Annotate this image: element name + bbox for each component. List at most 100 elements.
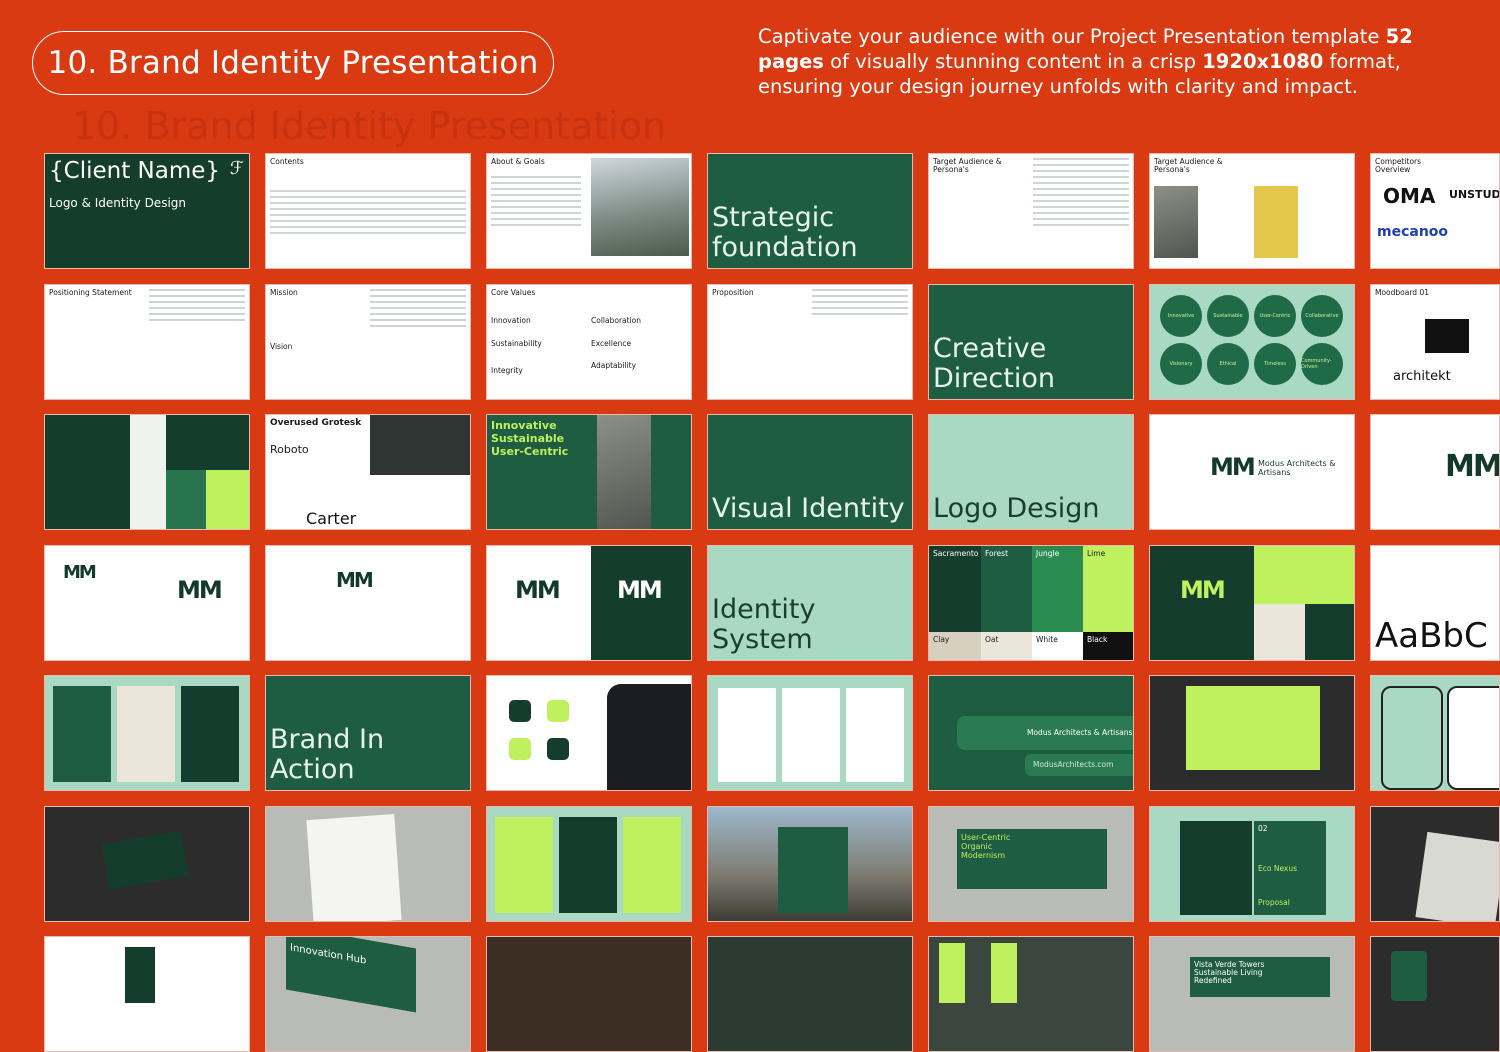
slide-billboard[interactable]: User-Centric Organic Modernism: [928, 806, 1134, 922]
slide-creative-direction[interactable]: Creative Direction: [928, 284, 1134, 400]
slide-personas[interactable]: Target Audience & Persona's: [1149, 153, 1355, 269]
slide-logo-large[interactable]: MM: [1370, 414, 1500, 530]
swatch-lime: Lime: [1083, 546, 1133, 632]
slide-van[interactable]: [707, 936, 913, 1052]
cup: [1391, 951, 1427, 1001]
app-icon: [509, 738, 531, 760]
value-excellence: Excellence: [591, 339, 632, 348]
text-lines: [812, 289, 908, 319]
logo-mark-icon: MM: [515, 576, 561, 604]
business-card: [101, 830, 189, 890]
value-innovation: Innovation: [491, 316, 531, 325]
swatch-label: Jungle: [1036, 549, 1060, 558]
flag: [991, 943, 1017, 1003]
slide-brand-in-action[interactable]: Brand In Action: [265, 675, 471, 791]
slide-interior[interactable]: [486, 936, 692, 1052]
poster: [623, 817, 681, 913]
circle-innovative: Innovative: [1160, 295, 1202, 337]
slide-logo-color[interactable]: MM MM: [486, 545, 692, 661]
logo-unstudio: UNSTUDIO: [1449, 188, 1500, 201]
slide-contents[interactable]: Contents: [265, 153, 471, 269]
logo-mark-icon: MM: [617, 576, 663, 604]
slide-wayfinding[interactable]: Innovation Hub: [265, 936, 471, 1052]
app-icon: [509, 700, 531, 722]
slide-proposition[interactable]: Proposition: [707, 284, 913, 400]
slide-headline-ad[interactable]: Innovative Sustainable User-Centric: [486, 414, 692, 530]
circle-user-centric: User-Centric: [1254, 295, 1296, 337]
laptop-screen: [1186, 686, 1320, 770]
swatch-label: Lime: [1087, 549, 1106, 558]
slide-logo-variants[interactable]: MM: [1149, 545, 1355, 661]
slide-competitors[interactable]: Competitors Overview OMA UNSTUDIO mecano…: [1370, 153, 1500, 269]
slide-positioning[interactable]: Positioning Statement: [44, 284, 250, 400]
slide-proposal-cover[interactable]: 02 Eco Nexus Proposal: [1149, 806, 1355, 922]
font-name-secondary: Roboto: [270, 443, 309, 456]
slide-logo-lockups[interactable]: MM Identity System MM: [44, 545, 250, 661]
phone-mockup: [607, 684, 691, 790]
slide-type-specimen[interactable]: AaBbC: [1370, 545, 1500, 661]
slide-mobile-mockup[interactable]: [1370, 675, 1500, 791]
slide-book-mockup[interactable]: [1370, 806, 1500, 922]
slide-cup-mockup[interactable]: [1370, 936, 1500, 1052]
persona-photo-2: [1254, 186, 1298, 258]
slide-visual-identity[interactable]: Visual Identity: [707, 414, 913, 530]
slide-poster-series[interactable]: [44, 675, 250, 791]
building-photo: [591, 158, 689, 256]
slide-heading: Target Audience & Persona's: [933, 157, 1002, 174]
circle-visionary: Visionary: [1160, 343, 1202, 385]
section-title: Brand In Action: [270, 724, 385, 785]
swatch-label: Clay: [933, 635, 950, 644]
slide-social-posts[interactable]: [707, 675, 913, 791]
mood-wordmark: architekt: [1393, 369, 1451, 384]
slide-app-icons[interactable]: [486, 675, 692, 791]
swatch-label: Sacramento: [933, 549, 979, 558]
circle-ethical: Ethical: [1207, 343, 1249, 385]
swatch-oat: Oat: [981, 632, 1032, 660]
slide-heading: About & Goals: [491, 157, 545, 166]
slide-business-cards[interactable]: [44, 806, 250, 922]
logo-mark-icon: MM: [1210, 453, 1256, 481]
value-sustainability: Sustainability: [491, 339, 542, 348]
slide-laptop-mockup[interactable]: [1149, 675, 1355, 791]
slide-flags[interactable]: [928, 936, 1134, 1052]
slide-identity-system[interactable]: Identity System: [707, 545, 913, 661]
collage-tile: [130, 415, 166, 529]
slide-about[interactable]: About & Goals: [486, 153, 692, 269]
social-card: [782, 688, 840, 782]
logo-mark-icon: MM: [1180, 576, 1226, 604]
logo-mark-icon: MM: [336, 568, 374, 592]
slide-posters[interactable]: [486, 806, 692, 922]
slide-color-palette[interactable]: Sacramento Forest Jungle Lime Clay Oat W…: [928, 545, 1134, 661]
slide-typography[interactable]: Overused Grotesk Roboto Carter User-Cent…: [265, 414, 471, 530]
slide-value-circles[interactable]: Innovative Sustainable User-Centric Coll…: [1149, 284, 1355, 400]
poster: [495, 817, 553, 913]
slide-logo[interactable]: MM Modus Architects & Artisans: [1149, 414, 1355, 530]
slide-logo-design[interactable]: Logo Design: [928, 414, 1134, 530]
browser-bar: Modus Architects & Artisans: [957, 716, 1133, 750]
text-lines: [370, 289, 466, 331]
slide-hoarding[interactable]: Vista Verde Towers Sustainable Living Re…: [1149, 936, 1355, 1052]
hub-label: Innovation Hub: [290, 942, 367, 967]
swatch-label: Oat: [985, 635, 999, 644]
slide-mood-collage[interactable]: [44, 414, 250, 530]
cover-subtitle: Proposal: [1258, 898, 1290, 907]
slide-mission[interactable]: Mission Vision: [265, 284, 471, 400]
slide-heading: Competitors Overview: [1375, 157, 1422, 174]
phone-mockup: [1447, 686, 1499, 790]
slide-grid: {Client Name} Logo & Identity Design ℱ C…: [0, 0, 1500, 1052]
slide-strategic[interactable]: Strategic foundation: [707, 153, 913, 269]
slide-browser-ui[interactable]: Modus Architects & Artisans ModusArchite…: [928, 675, 1134, 791]
circle-collaborative: Collaborative: [1301, 295, 1343, 337]
slide-construction-banner[interactable]: [707, 806, 913, 922]
slide-moodboard[interactable]: Moodboard 01 architekt: [1370, 284, 1500, 400]
slide-logo-construction[interactable]: MM: [265, 545, 471, 661]
slide-letterhead[interactable]: [265, 806, 471, 922]
slide-cover[interactable]: {Client Name} Logo & Identity Design ℱ: [44, 153, 250, 269]
slide-target-audience[interactable]: Target Audience & Persona's: [928, 153, 1134, 269]
billboard-headline: User-Centric Organic Modernism: [961, 833, 1011, 860]
flag: [939, 943, 965, 1003]
url-text: ModusArchitects.com: [1033, 760, 1114, 769]
text-lines: [149, 289, 245, 325]
slide-core-values[interactable]: Core Values Innovation Sustainability In…: [486, 284, 692, 400]
slide-signage[interactable]: [44, 936, 250, 1052]
